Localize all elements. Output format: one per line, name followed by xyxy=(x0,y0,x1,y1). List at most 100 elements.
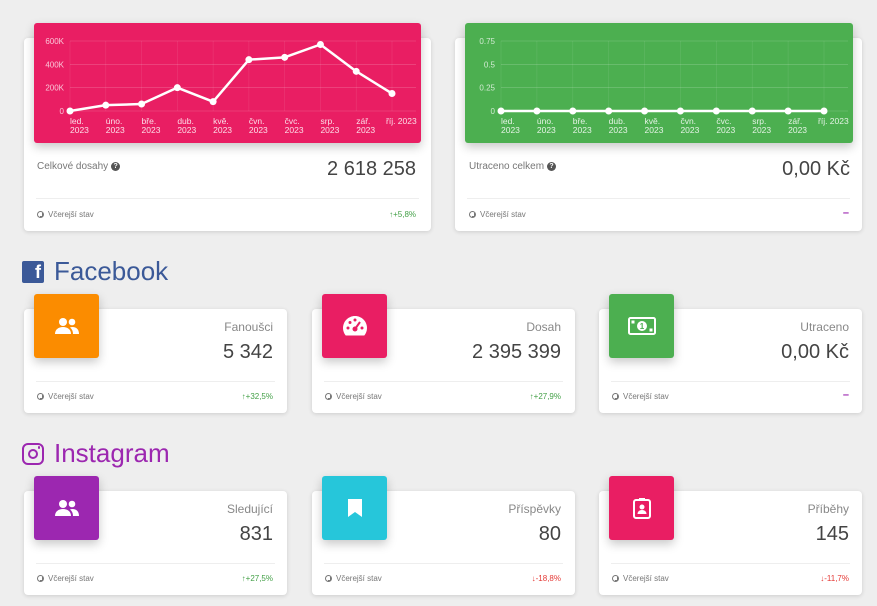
instagram-followers-footer-text: Včerejší stav xyxy=(48,574,94,583)
clock-icon xyxy=(325,575,332,582)
portrait-badge-icon-tile xyxy=(609,476,674,540)
spent-chart-data-point xyxy=(641,107,649,115)
reach-trend-value: +5,8% xyxy=(393,210,416,219)
spent-chart-y-tick-label: 0.75 xyxy=(479,37,495,46)
reach-chart-x-tick-label: 2023 xyxy=(70,125,89,135)
clock-icon xyxy=(469,211,476,218)
facebook-fans-trend: ↑+32,5% xyxy=(241,392,273,401)
spent-chart-data-point xyxy=(533,107,541,115)
money-icon: 1 xyxy=(627,317,656,335)
facebook-fans-footer-text: Včerejší stav xyxy=(48,392,94,401)
reach-chart-x-tick-label: 2023 xyxy=(142,125,161,135)
reach-chart-data-point xyxy=(281,53,289,61)
spent-chart-data-point xyxy=(712,107,720,115)
people-icon xyxy=(54,500,79,516)
clock-icon xyxy=(612,393,619,400)
reach-trend: ↑+5,8% xyxy=(389,210,416,219)
divider xyxy=(324,563,563,564)
spent-chart-x-tick-label: 2023 xyxy=(645,125,664,135)
instagram-followers-footer: Včerejší stav xyxy=(37,574,94,583)
facebook-reach-trend-value: +27,9% xyxy=(533,392,561,401)
instagram-section-title: Instagram xyxy=(22,438,170,469)
spent-chart-y-tick-label: 0 xyxy=(491,107,496,116)
spent-line-chart-svg: 0.750.50.250led.2023úno.2023bře.2023dub.… xyxy=(479,37,849,135)
instagram-followers-label: Sledující xyxy=(226,502,273,516)
facebook-fans-footer: Včerejší stav xyxy=(37,392,94,401)
spent-trend: – xyxy=(842,207,849,219)
instagram-stories-trend: ↓-11,7% xyxy=(820,574,849,583)
facebook-spent-footer: Včerejší stav xyxy=(612,392,669,401)
instagram-followers-trend: ↑+27,5% xyxy=(241,574,273,583)
reach-chart-y-tick-label: 400K xyxy=(45,60,64,69)
help-icon[interactable]: ? xyxy=(547,162,557,171)
reach-chart-y-tick-label: 600K xyxy=(45,37,64,46)
spent-chart-x-tick-label: 2023 xyxy=(752,125,771,135)
spent-chart-data-point xyxy=(676,107,684,115)
reach-chart-x-tick-label: 2023 xyxy=(285,125,304,135)
reach-chart-x-tick-label: 2023 xyxy=(320,125,339,135)
reach-chart-series-line xyxy=(69,43,393,113)
spent-chart-data-point xyxy=(748,107,756,115)
speedometer-icon xyxy=(342,316,367,336)
bookmark-icon xyxy=(347,499,362,517)
facebook-reach-label: Dosah xyxy=(526,320,561,334)
instagram-stories-label: Příběhy xyxy=(807,502,849,516)
facebook-spent-footer-text: Včerejší stav xyxy=(623,392,669,401)
clock-icon xyxy=(37,211,44,218)
reach-value: 2 618 258 xyxy=(327,158,416,180)
instagram-stories-trend-value: -11,7% xyxy=(824,574,849,583)
divider xyxy=(36,563,275,564)
instagram-title: Instagram xyxy=(54,438,170,468)
spent-chart-data-point xyxy=(605,107,613,115)
spent-chart-x-tick-label: 2023 xyxy=(573,125,592,135)
reach-chart-data-point xyxy=(102,101,110,109)
reach-chart-x-tick-label: 2023 xyxy=(249,125,268,135)
facebook-fans-label: Fanoušci xyxy=(224,320,273,334)
facebook-spent-trend: – xyxy=(842,389,849,401)
instagram-posts-footer-text: Včerejší stav xyxy=(336,574,382,583)
people-icon xyxy=(54,318,79,334)
svg-text:1: 1 xyxy=(639,322,644,331)
portrait-badge-icon xyxy=(632,498,651,519)
reach-chart-data-point xyxy=(316,41,324,48)
reach-chart-x-tick-label: 2023 xyxy=(177,125,196,135)
reach-chart: 600K 400K 200K 0 led. 2023 úno. 2023 bře. 2023 dub… xyxy=(34,23,421,143)
spent-chart-x-tick-label: 2023 xyxy=(716,125,735,135)
spent-chart-x-tick-label: 2023 xyxy=(609,125,628,135)
instagram-followers-value: 831 xyxy=(239,523,273,545)
facebook-section-title: f Facebook xyxy=(22,256,168,287)
people-icon-tile xyxy=(34,294,99,358)
instagram-stories-footer-text: Včerejší stav xyxy=(623,574,669,583)
facebook-title: Facebook xyxy=(54,256,169,286)
reach-chart-x-tick-label: 2023 xyxy=(106,125,125,135)
reach-chart-x-tick-label: říj. 2023 xyxy=(386,116,417,126)
facebook-fans-trend-value: +32,5% xyxy=(245,392,273,401)
facebook-fans-value: 5 342 xyxy=(222,341,273,363)
facebook-reach-trend: ↑+27,9% xyxy=(529,392,561,401)
spent-value: 0,00 Kč xyxy=(782,158,850,180)
reach-chart-y-tick-label: 200K xyxy=(45,84,64,93)
spent-footer: Včerejší stav xyxy=(469,210,526,219)
spent-chart: 0.75 0.5 0.25 0 led. 2023 úno. 2023 bře. 2023 dub.… xyxy=(465,23,853,143)
money-icon-tile: 1 xyxy=(609,294,674,358)
help-icon[interactable]: ? xyxy=(111,162,121,171)
reach-chart-x-tick-label: 2023 xyxy=(356,125,375,135)
facebook-logo-icon: f xyxy=(22,260,44,283)
facebook-reach-value: 2 395 399 xyxy=(472,341,561,363)
spent-chart-x-tick-label: 2023 xyxy=(788,125,807,135)
clock-icon xyxy=(37,575,44,582)
spent-chart-data-point xyxy=(820,107,828,115)
reach-chart-y-tick-label: 0 xyxy=(60,107,65,116)
bookmark-icon-tile xyxy=(322,476,387,540)
instagram-posts-trend: ↓-18,8% xyxy=(531,574,561,583)
instagram-logo-icon xyxy=(22,442,44,465)
instagram-stories-value: 145 xyxy=(815,523,849,545)
reach-chart-data-point xyxy=(352,67,360,75)
reach-label: Celkové dosahy xyxy=(37,161,109,172)
instagram-posts-label: Příspěvky xyxy=(508,502,561,516)
spent-chart-x-tick-label: 2023 xyxy=(537,125,556,135)
spent-chart-x-tick-label: říj. 2023 xyxy=(818,116,849,126)
spent-chart-data-point xyxy=(569,107,577,115)
clock-icon xyxy=(325,393,332,400)
spent-label: Utraceno celkem xyxy=(469,161,545,172)
